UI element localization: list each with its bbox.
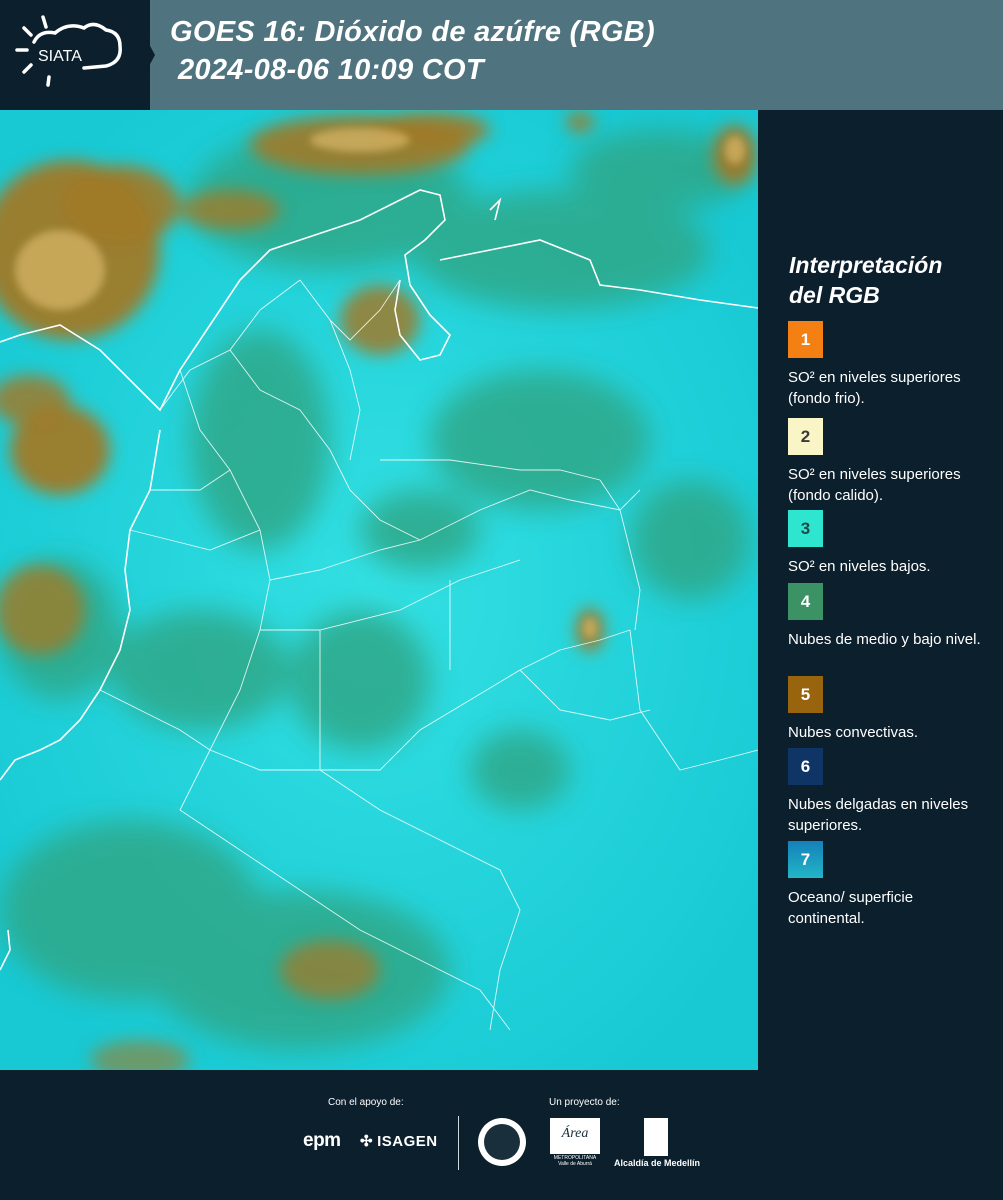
support-label: Con el apoyo de: — [328, 1097, 404, 1108]
legend-swatch-7: 7 — [788, 841, 823, 878]
header: SIATA GOES 16: Dióxido de azúfre (RGB) 2… — [0, 0, 1003, 110]
legend-panel: Interpretación del RGB 1 SO² en niveles … — [758, 110, 1003, 1070]
alcaldia-logo: Alcaldía de Medellín — [612, 1118, 702, 1174]
epm-logo: epm — [303, 1130, 341, 1151]
siata-logo-text: SIATA — [38, 48, 82, 65]
legend-swatch-2: 2 — [788, 418, 823, 455]
legend-title: Interpretación del RGB — [789, 250, 989, 310]
legend-title-line2: del RGB — [789, 282, 880, 308]
project-label: Un proyecto de: — [549, 1097, 620, 1108]
legend-item-4: 4 Nubes de medio y bajo nivel. — [788, 583, 993, 650]
legend-item-3: 3 SO² en niveles bajos. — [788, 510, 993, 577]
legend-text-6: Nubes delgadas en niveles superiores. — [788, 796, 969, 834]
page-timestamp: 2024-08-06 10:09 COT — [178, 54, 484, 86]
legend-text-2: SO² en niveles superiores (fondo calido)… — [788, 466, 961, 504]
legend-text-7: Oceano/ superficie continental. — [788, 889, 914, 927]
area-metropolitana-logo: Área METROPOLITANA Valle de Aburrá — [550, 1118, 600, 1168]
legend-item-5: 5 Nubes convectivas. — [788, 676, 993, 743]
footer: Con el apoyo de: Un proyecto de: epm ✣ I… — [0, 1070, 1003, 1200]
medellin-seal-logo — [478, 1118, 526, 1166]
legend-text-5: Nubes convectivas. — [788, 724, 919, 741]
page-title: GOES 16: Dióxido de azúfre (RGB) — [170, 16, 655, 48]
satellite-map — [0, 110, 759, 1070]
legend-swatch-1: 1 — [788, 321, 823, 358]
area-metropolitana-text: METROPOLITANA Valle de Aburrá — [553, 1155, 597, 1167]
map-canvas — [0, 110, 758, 1070]
siata-logo: SIATA — [0, 0, 155, 110]
legend-item-7: 7 Oceano/ superficie continental. — [788, 841, 993, 929]
legend-item-1: 1 SO² en niveles superiores (fondo frio)… — [788, 321, 993, 409]
legend-text-1: SO² en niveles superiores (fondo frio). — [788, 369, 961, 407]
legend-swatch-4: 4 — [788, 583, 823, 620]
area-logo-box: Área — [550, 1118, 600, 1154]
legend-text-4: Nubes de medio y bajo nivel. — [788, 631, 981, 648]
alcaldia-shield-icon — [644, 1118, 668, 1156]
legend-swatch-6: 6 — [788, 748, 823, 785]
legend-item-2: 2 SO² en niveles superiores (fondo calid… — [788, 418, 993, 506]
isagen-icon: ✣ — [360, 1133, 374, 1150]
legend-item-6: 6 Nubes delgadas en niveles superiores. — [788, 748, 993, 836]
legend-swatch-3: 3 — [788, 510, 823, 547]
legend-text-3: SO² en niveles bajos. — [788, 558, 931, 575]
footer-divider — [458, 1116, 459, 1170]
legend-title-line1: Interpretación — [789, 252, 943, 278]
legend-swatch-5: 5 — [788, 676, 823, 713]
alcaldia-text: Alcaldía de Medellín — [613, 1158, 701, 1168]
isagen-logo: ✣ ISAGEN — [360, 1132, 438, 1151]
